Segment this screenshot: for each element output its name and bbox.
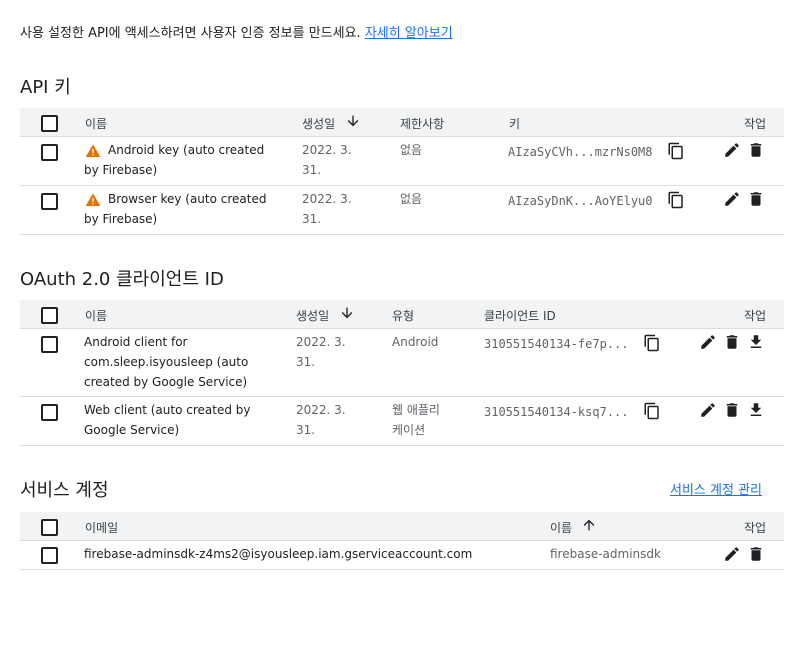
- client-type: 케이션: [392, 423, 426, 437]
- client-name-line[interactable]: Google Service): [84, 420, 179, 440]
- created-date: 2022. 3.: [296, 335, 346, 349]
- edit-icon[interactable]: [699, 401, 717, 419]
- table-row: Web client (auto created by Google Servi…: [20, 397, 784, 446]
- edit-icon[interactable]: [723, 141, 741, 159]
- row-checkbox[interactable]: [41, 404, 58, 421]
- edit-icon[interactable]: [723, 545, 741, 563]
- delete-icon[interactable]: [747, 190, 765, 208]
- api-key-value: AIzaSyCVh...mzrNs0M8: [508, 145, 653, 159]
- warning-icon: [85, 143, 101, 159]
- sort-up-icon[interactable]: [581, 517, 597, 533]
- created-date: 2022. 3.: [302, 143, 352, 157]
- select-all-api-keys-checkbox[interactable]: [41, 115, 58, 132]
- table-row: Android client for com.sleep.isyousleep …: [20, 329, 784, 397]
- col-key: 키: [509, 117, 521, 131]
- edit-icon[interactable]: [699, 333, 717, 351]
- client-name-line[interactable]: com.sleep.isyousleep (auto: [84, 352, 248, 372]
- col-actions: 작업: [744, 309, 767, 323]
- key-name-line[interactable]: Browser key (auto created: [108, 189, 266, 209]
- client-name-line[interactable]: Web client (auto created by: [84, 400, 251, 420]
- key-name-line[interactable]: by Firebase): [84, 160, 157, 180]
- oauth-title: OAuth 2.0 클라이언트 ID: [20, 269, 224, 290]
- manage-service-accounts-link[interactable]: 서비스 계정 관리: [670, 479, 762, 498]
- col-type: 유형: [392, 309, 415, 323]
- download-icon[interactable]: [747, 333, 765, 351]
- delete-icon[interactable]: [747, 141, 765, 159]
- learn-more-link[interactable]: 자세히 알아보기: [365, 26, 453, 41]
- col-created[interactable]: 생성일: [302, 115, 335, 132]
- restriction-value: 없음: [400, 143, 423, 157]
- api-keys-table-header: 이름 생성일 제한사항 키 작업: [20, 108, 784, 137]
- service-accounts-title: 서비스 계정: [20, 480, 109, 501]
- col-actions: 작업: [744, 117, 767, 131]
- client-name-line[interactable]: created by Google Service): [84, 372, 247, 392]
- select-all-service-accounts-checkbox[interactable]: [41, 519, 58, 536]
- delete-icon[interactable]: [723, 333, 741, 351]
- col-name: 이름: [85, 309, 108, 323]
- copy-icon[interactable]: [643, 334, 661, 352]
- intro-message: 사용 설정한 API에 액세스하려면 사용자 인증 정보를 만드세요.: [20, 26, 361, 41]
- warning-icon: [85, 192, 101, 208]
- col-created[interactable]: 생성일: [296, 307, 329, 324]
- row-checkbox[interactable]: [41, 547, 58, 564]
- client-id-value: 310551540134-ksq7...: [484, 405, 629, 419]
- restriction-value: 없음: [400, 192, 423, 206]
- col-name[interactable]: 이름: [550, 519, 572, 536]
- edit-icon[interactable]: [723, 190, 741, 208]
- col-name: 이름: [85, 117, 108, 131]
- oauth-table-header: 이름 생성일 유형 클라이언트 ID 작업: [20, 300, 784, 329]
- client-id-value: 310551540134-fe7p...: [484, 337, 629, 351]
- copy-icon[interactable]: [643, 402, 661, 420]
- copy-icon[interactable]: [667, 191, 685, 209]
- service-account-name: firebase-adminsdk: [550, 547, 661, 561]
- created-date: 2022. 3.: [296, 403, 346, 417]
- table-row: Browser key (auto created by Firebase) 2…: [20, 186, 784, 235]
- delete-icon[interactable]: [747, 545, 765, 563]
- select-all-oauth-checkbox[interactable]: [41, 307, 58, 324]
- created-date: 31.: [296, 423, 316, 437]
- key-name-line[interactable]: Android key (auto created: [108, 140, 264, 160]
- col-client-id: 클라이언트 ID: [484, 309, 556, 323]
- sort-down-icon[interactable]: [345, 113, 361, 129]
- intro-text: 사용 설정한 API에 액세스하려면 사용자 인증 정보를 만드세요. 자세히 …: [20, 22, 453, 41]
- col-email: 이메일: [85, 521, 119, 535]
- created-date: 2022. 3.: [302, 192, 352, 206]
- api-key-value: AIzaSyDnK...AoYElyu0: [508, 194, 653, 208]
- client-type: Android: [392, 335, 439, 349]
- col-actions: 작업: [744, 521, 767, 535]
- client-name-line[interactable]: Android client for: [84, 332, 187, 352]
- created-date: 31.: [296, 355, 316, 369]
- api-keys-title: API 키: [20, 77, 71, 98]
- row-checkbox[interactable]: [41, 144, 58, 161]
- service-account-email[interactable]: firebase-adminsdk-z4ms2@isyousleep.iam.g…: [84, 544, 472, 564]
- sort-down-icon[interactable]: [339, 305, 355, 321]
- delete-icon[interactable]: [723, 401, 741, 419]
- client-type: 웹 애플리: [392, 403, 440, 417]
- table-row: Android key (auto created by Firebase) 2…: [20, 137, 784, 186]
- row-checkbox[interactable]: [41, 336, 58, 353]
- service-accounts-table-header: 이메일 이름 작업: [20, 512, 784, 541]
- created-date: 31.: [302, 163, 322, 177]
- copy-icon[interactable]: [667, 142, 685, 160]
- row-checkbox[interactable]: [41, 193, 58, 210]
- table-row: firebase-adminsdk-z4ms2@isyousleep.iam.g…: [20, 541, 784, 570]
- created-date: 31.: [302, 212, 322, 226]
- download-icon[interactable]: [747, 401, 765, 419]
- col-restrictions: 제한사항: [400, 117, 445, 131]
- key-name-line[interactable]: by Firebase): [84, 209, 157, 229]
